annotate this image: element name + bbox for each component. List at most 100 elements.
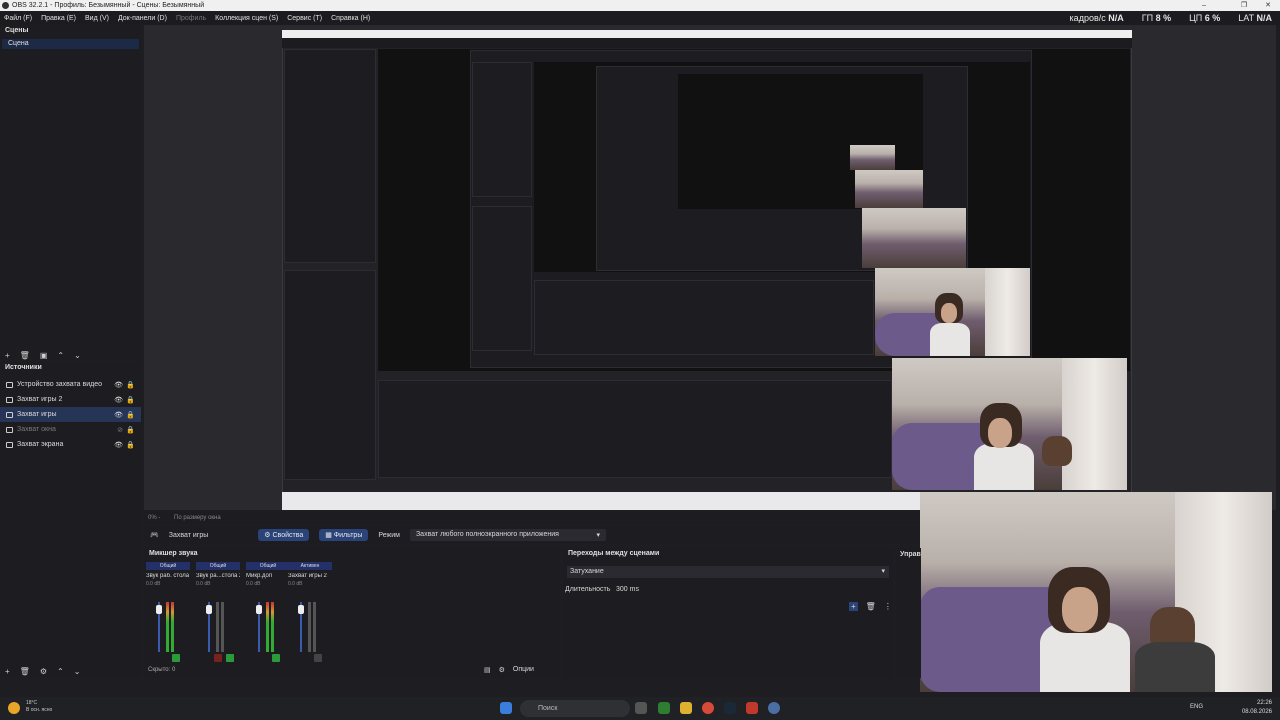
- xbox-icon[interactable]: [658, 702, 670, 714]
- source-item-display-capture[interactable]: Захват экрана 👁 🔒: [0, 437, 141, 452]
- channel-tag: Активен: [288, 562, 332, 570]
- lock-icon[interactable]: 🔒: [126, 411, 135, 419]
- fps-value: N/A: [1108, 13, 1124, 23]
- controls-dock: Управ: [897, 548, 921, 678]
- source-item-window-capture[interactable]: Захват окна ⊘ 🔒: [0, 422, 141, 437]
- menu-docks[interactable]: Док-панели (D): [118, 15, 167, 22]
- duration-input[interactable]: 300 ms: [613, 584, 887, 595]
- mixer-channel: Общий Звук ра...стола 2 0.0 dB: [196, 562, 240, 666]
- source-item-game-capture[interactable]: Захват игры 👁 🔒: [0, 407, 141, 422]
- mode-select[interactable]: Захват любого полноэкранного приложения ▾: [409, 529, 606, 541]
- language-indicator[interactable]: ENG: [1190, 704, 1203, 710]
- settings-icon[interactable]: [768, 702, 780, 714]
- options-button[interactable]: Опции: [513, 666, 534, 674]
- move-down-icon[interactable]: ⌄: [74, 351, 81, 360]
- menu-file[interactable]: Файл (F): [4, 15, 32, 22]
- channel-name[interactable]: Микр.доп: [246, 573, 290, 579]
- channel-name[interactable]: Звук ра...стола 2: [196, 573, 240, 579]
- headphones-icon[interactable]: [314, 654, 322, 662]
- source-label: Захват окна: [17, 426, 56, 433]
- menu-scene-collection[interactable]: Коллекция сцен (S): [215, 15, 278, 22]
- ctx-fit-label[interactable]: По размеру окна: [174, 515, 221, 521]
- chrome-icon[interactable]: [702, 702, 714, 714]
- lock-icon[interactable]: 🔒: [126, 396, 135, 404]
- volume-knob[interactable]: [298, 605, 304, 614]
- channel-db: 0.0 dB: [246, 581, 261, 587]
- volume-knob[interactable]: [206, 605, 212, 614]
- app-icon[interactable]: [746, 702, 758, 714]
- volume-meter: [308, 602, 311, 652]
- source-label: Устройство захвата видео: [17, 381, 103, 388]
- weather-widget[interactable]: 18°C В осн. ясно: [26, 700, 52, 714]
- lock-icon[interactable]: 🔒: [126, 426, 135, 434]
- source-item-video-capture[interactable]: Устройство захвата видео 👁 🔒: [0, 377, 141, 392]
- eye-icon[interactable]: 👁: [114, 441, 123, 449]
- taskbar-clock[interactable]: 22:26 08.08.2026: [1242, 699, 1272, 717]
- source-item-game-capture-2[interactable]: Захват игры 2 👁 🔒: [0, 392, 141, 407]
- volume-knob[interactable]: [156, 605, 162, 614]
- sources-dock: Источники Устройство захвата видео 👁 🔒 Зах…: [0, 362, 141, 677]
- mixer-title: Микшер звука: [149, 550, 198, 557]
- remove-scene-icon[interactable]: 🗑: [20, 351, 30, 360]
- source-label: Захват игры: [17, 411, 57, 418]
- add-source-icon[interactable]: +: [5, 667, 10, 676]
- steam-icon[interactable]: [724, 702, 736, 714]
- more-icon[interactable]: ⋮: [884, 602, 892, 611]
- mixer-layout-icon[interactable]: ▤: [484, 666, 491, 674]
- close-button[interactable]: ✕: [1258, 0, 1278, 11]
- eye-icon[interactable]: 👁: [114, 381, 123, 389]
- eye-icon[interactable]: 👁: [114, 396, 123, 404]
- channel-db: 0.0 dB: [288, 581, 303, 587]
- source-settings-icon[interactable]: ⚙: [40, 667, 47, 676]
- volume-knob[interactable]: [256, 605, 262, 614]
- scene-filters-icon[interactable]: ▣: [40, 351, 48, 360]
- file-explorer-icon[interactable]: [680, 702, 692, 714]
- lock-icon[interactable]: 🔒: [126, 381, 135, 389]
- maximize-button[interactable]: ❐: [1234, 0, 1254, 11]
- menu-profile[interactable]: Профиль: [176, 15, 206, 22]
- channel-db: 0.0 dB: [196, 581, 211, 587]
- menu-view[interactable]: Вид (V): [85, 15, 109, 22]
- properties-button[interactable]: ⚙ Свойства: [258, 529, 310, 541]
- windows-start-icon[interactable]: [500, 702, 512, 714]
- add-scene-icon[interactable]: +: [5, 351, 10, 360]
- headphones-icon[interactable]: [226, 654, 234, 662]
- captured-menu-bar: [282, 38, 1132, 48]
- muted-icon[interactable]: [214, 654, 222, 662]
- webcam-image: [875, 268, 1030, 356]
- webcam-image: [920, 492, 1272, 692]
- scene-item[interactable]: Сцена: [2, 39, 139, 49]
- headphones-icon[interactable]: [272, 654, 280, 662]
- lock-icon[interactable]: 🔒: [126, 441, 135, 449]
- transition-type: Затухание: [570, 568, 604, 575]
- move-up-icon[interactable]: ⌃: [57, 351, 64, 360]
- mixer-settings-icon[interactable]: ⚙: [499, 666, 505, 674]
- menu-tools[interactable]: Сервис (T): [287, 15, 322, 22]
- remove-transition-icon[interactable]: 🗑: [866, 602, 876, 611]
- minimize-button[interactable]: –: [1194, 0, 1214, 11]
- channel-name[interactable]: Захват игры 2: [288, 573, 332, 579]
- move-up-icon[interactable]: ⌃: [57, 667, 64, 676]
- taskbar-search[interactable]: Поиск: [520, 700, 630, 717]
- mixer-footer: ▤ ⚙ Опции: [484, 666, 534, 674]
- add-transition-icon[interactable]: +: [849, 602, 858, 611]
- eye-hidden-icon[interactable]: ⊘: [117, 426, 123, 434]
- headphones-icon[interactable]: [172, 654, 180, 662]
- source-toolbar: 🎮 Захват игры ⚙ Свойства ▦ Фильтры Режим…: [144, 526, 920, 544]
- stats-bar: кадров/с N/A ГП 8 % ЦП 6 % LAT N/A: [1070, 11, 1272, 25]
- move-down-icon[interactable]: ⌄: [74, 667, 81, 676]
- weather-temp: 18°C: [26, 700, 38, 706]
- task-view-icon[interactable]: [635, 702, 647, 714]
- captured-nested-mixer: [534, 280, 874, 355]
- filters-label: Фильтры: [333, 532, 363, 539]
- weather-icon[interactable]: [8, 702, 20, 714]
- transition-select[interactable]: Затухание ▾: [567, 566, 889, 578]
- eye-icon[interactable]: 👁: [114, 411, 123, 419]
- captured-sources-panel: [284, 270, 376, 480]
- remove-source-icon[interactable]: 🗑: [20, 667, 30, 676]
- menu-edit[interactable]: Правка (E): [41, 15, 76, 22]
- transitions-toolbar: + 🗑 ⋮: [849, 602, 892, 611]
- channel-name[interactable]: Звук раб. стола: [146, 573, 190, 579]
- menu-help[interactable]: Справка (H): [331, 15, 370, 22]
- filters-button[interactable]: ▦ Фильтры: [319, 529, 369, 541]
